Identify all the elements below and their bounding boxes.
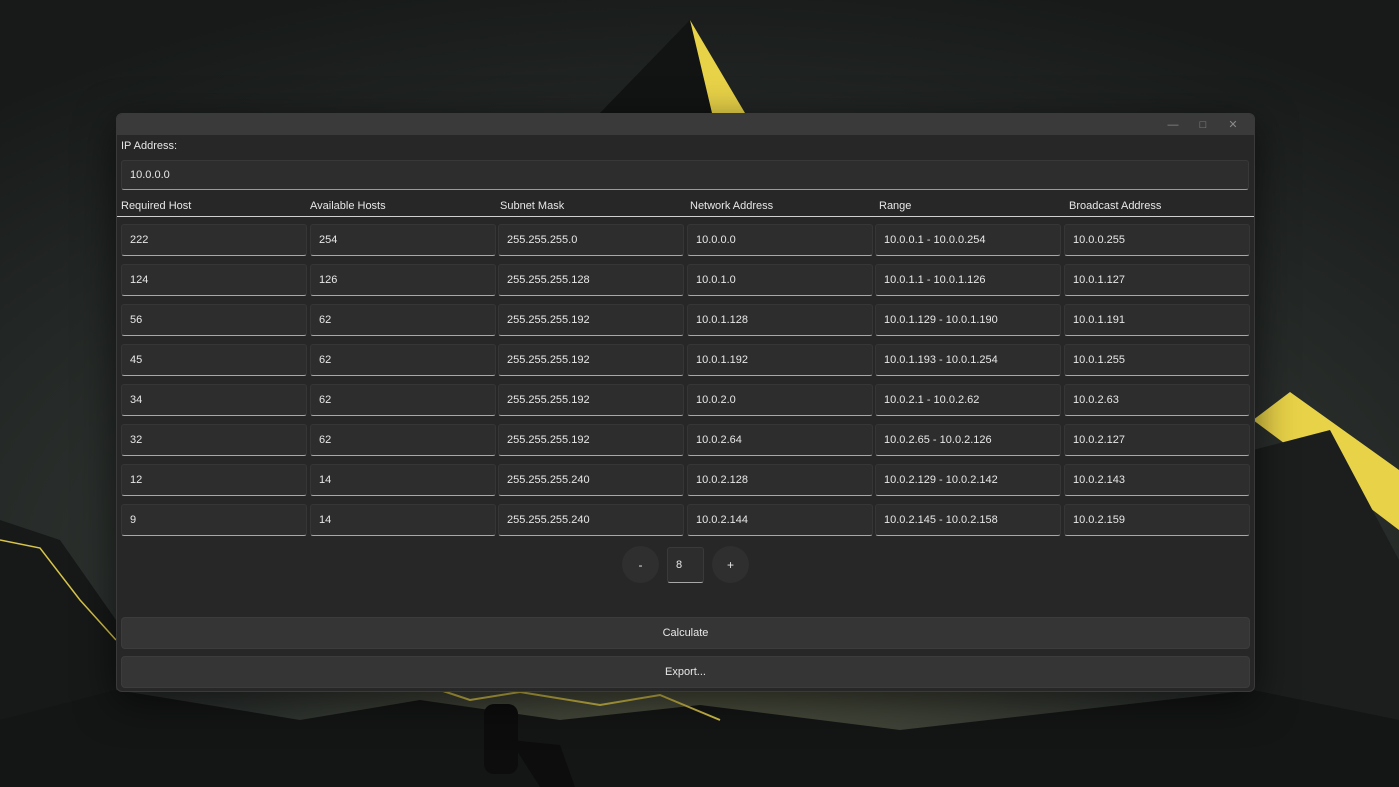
column-header-required-host: Required Host — [121, 200, 192, 212]
subnet-mask-cell[interactable]: 255.255.255.0 — [498, 224, 684, 256]
required-host-cell[interactable]: 9 — [121, 504, 307, 536]
available-hosts-cell[interactable]: 14 — [310, 464, 496, 496]
subnet-mask-cell[interactable]: 255.255.255.240 — [498, 464, 684, 496]
network-address-cell[interactable]: 10.0.1.192 — [687, 344, 873, 376]
broadcast-address-cell[interactable]: 10.0.1.255 — [1064, 344, 1250, 376]
network-address-cell[interactable]: 10.0.2.64 — [687, 424, 873, 456]
range-cell[interactable]: 10.0.1.193 - 10.0.1.254 — [875, 344, 1061, 376]
close-icon[interactable]: ✕ — [1218, 114, 1248, 135]
subnet-mask-cell[interactable]: 255.255.255.192 — [498, 424, 684, 456]
app-window: — □ ✕ IP Address: 10.0.0.0 Required Host… — [116, 113, 1255, 692]
broadcast-address-cell[interactable]: 10.0.0.255 — [1064, 224, 1250, 256]
column-header-range: Range — [879, 200, 912, 212]
required-host-cell[interactable]: 45 — [121, 344, 307, 376]
broadcast-address-cell[interactable]: 10.0.2.159 — [1064, 504, 1250, 536]
required-host-cell[interactable]: 56 — [121, 304, 307, 336]
range-cell[interactable]: 10.0.0.1 - 10.0.0.254 — [875, 224, 1061, 256]
broadcast-address-cell[interactable]: 10.0.2.63 — [1064, 384, 1250, 416]
available-hosts-cell[interactable]: 62 — [310, 344, 496, 376]
calculate-button[interactable]: Calculate — [121, 617, 1250, 649]
range-cell[interactable]: 10.0.1.129 - 10.0.1.190 — [875, 304, 1061, 336]
network-address-cell[interactable]: 10.0.1.0 — [687, 264, 873, 296]
header-divider — [117, 216, 1254, 217]
ip-address-input[interactable]: 10.0.0.0 — [121, 160, 1249, 190]
broadcast-address-cell[interactable]: 10.0.1.191 — [1064, 304, 1250, 336]
subnet-mask-cell[interactable]: 255.255.255.192 — [498, 384, 684, 416]
required-host-cell[interactable]: 32 — [121, 424, 307, 456]
available-hosts-cell[interactable]: 62 — [310, 384, 496, 416]
column-header-broadcast-address: Broadcast Address — [1069, 200, 1162, 212]
required-host-cell[interactable]: 12 — [121, 464, 307, 496]
network-address-cell[interactable]: 10.0.2.144 — [687, 504, 873, 536]
broadcast-address-cell[interactable]: 10.0.2.143 — [1064, 464, 1250, 496]
subnet-mask-cell[interactable]: 255.255.255.240 — [498, 504, 684, 536]
required-host-cell[interactable]: 124 — [121, 264, 307, 296]
column-header-available-hosts: Available Hosts — [310, 200, 386, 212]
range-cell[interactable]: 10.0.2.129 - 10.0.2.142 — [875, 464, 1061, 496]
maximize-icon[interactable]: □ — [1188, 114, 1218, 135]
export-button[interactable]: Export... — [121, 656, 1250, 688]
broadcast-address-cell[interactable]: 10.0.1.127 — [1064, 264, 1250, 296]
network-address-cell[interactable]: 10.0.0.0 — [687, 224, 873, 256]
subnet-mask-cell[interactable]: 255.255.255.192 — [498, 344, 684, 376]
available-hosts-cell[interactable]: 62 — [310, 304, 496, 336]
range-cell[interactable]: 10.0.2.1 - 10.0.2.62 — [875, 384, 1061, 416]
network-address-cell[interactable]: 10.0.2.128 — [687, 464, 873, 496]
network-address-cell[interactable]: 10.0.2.0 — [687, 384, 873, 416]
subnet-mask-cell[interactable]: 255.255.255.128 — [498, 264, 684, 296]
title-bar[interactable]: — □ ✕ — [117, 114, 1254, 135]
available-hosts-cell[interactable]: 62 — [310, 424, 496, 456]
required-host-cell[interactable]: 34 — [121, 384, 307, 416]
decrement-button[interactable]: - — [622, 546, 659, 583]
range-cell[interactable]: 10.0.1.1 - 10.0.1.126 — [875, 264, 1061, 296]
broadcast-address-cell[interactable]: 10.0.2.127 — [1064, 424, 1250, 456]
range-cell[interactable]: 10.0.2.65 - 10.0.2.126 — [875, 424, 1061, 456]
column-header-subnet-mask: Subnet Mask — [500, 200, 565, 212]
subnet-mask-cell[interactable]: 255.255.255.192 — [498, 304, 684, 336]
minimize-icon[interactable]: — — [1158, 114, 1188, 135]
network-address-cell[interactable]: 10.0.1.128 — [687, 304, 873, 336]
range-cell[interactable]: 10.0.2.145 - 10.0.2.158 — [875, 504, 1061, 536]
available-hosts-cell[interactable]: 126 — [310, 264, 496, 296]
subnet-count-field[interactable]: 8 — [667, 547, 704, 583]
available-hosts-cell[interactable]: 254 — [310, 224, 496, 256]
ip-address-label: IP Address: — [121, 140, 178, 152]
column-header-network-address: Network Address — [690, 200, 774, 212]
increment-button[interactable]: + — [712, 546, 749, 583]
required-host-cell[interactable]: 222 — [121, 224, 307, 256]
available-hosts-cell[interactable]: 14 — [310, 504, 496, 536]
